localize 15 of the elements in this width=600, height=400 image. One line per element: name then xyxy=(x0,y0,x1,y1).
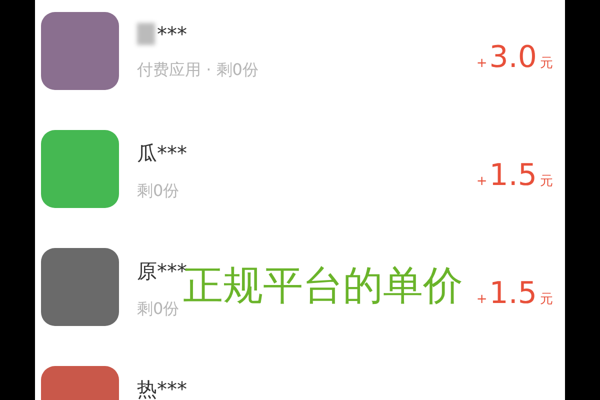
app-detail: 剩0份 xyxy=(137,181,180,202)
price-sign: + xyxy=(476,56,488,71)
app-detail: 剩0份 xyxy=(137,299,180,320)
price-sign: + xyxy=(476,292,488,307)
price-sign: + xyxy=(476,174,488,189)
app-name: 瓜*** xyxy=(137,140,187,167)
price-unit: 元 xyxy=(540,291,553,308)
price-amount: 3.0 xyxy=(489,40,537,75)
price-amount: 1.5 xyxy=(489,276,537,311)
price-unit: 元 xyxy=(540,55,553,72)
app-detail: 付费应用 · 剩0份 xyxy=(137,60,260,81)
app-name: 热*** xyxy=(137,376,187,400)
price-amount: 1.5 xyxy=(489,158,537,193)
app-name: *** xyxy=(157,22,187,46)
price-unit: 元 xyxy=(540,173,553,190)
